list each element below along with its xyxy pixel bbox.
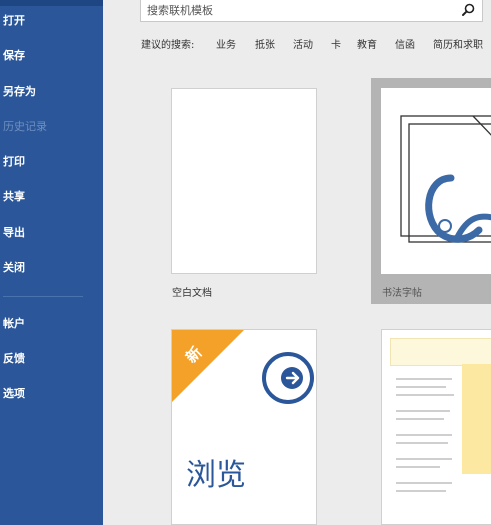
arrow-right-icon (262, 352, 314, 404)
resume-header-block (390, 338, 491, 366)
resume-text-line (396, 458, 452, 460)
template-label: 书法字帖 (382, 288, 422, 299)
calligraphy-thumbnail-art (400, 115, 491, 243)
resume-text-line (396, 434, 452, 436)
sidebar-top-strip (0, 0, 103, 6)
suggested-searches-label: 建议的搜索: (141, 40, 195, 51)
resume-text-line (396, 386, 446, 388)
resume-text-line (396, 490, 446, 492)
sidebar-item-account[interactable]: 帐户 (0, 311, 103, 337)
sidebar-item-close[interactable]: 关闭 (0, 255, 103, 281)
suggested-search-link[interactable]: 业务 (216, 36, 236, 51)
sidebar-item-history: 历史记录 (3, 120, 47, 133)
resume-text-line (396, 466, 440, 468)
template-resume[interactable] (381, 329, 491, 525)
resume-text-line (396, 482, 452, 484)
resume-text-line (396, 410, 450, 412)
sidebar-item-save-as[interactable]: 另存为 (0, 79, 103, 105)
browse-title: 浏览 (186, 458, 246, 493)
suggested-search-link[interactable]: 卡 (331, 36, 341, 51)
suggested-search-link[interactable]: 教育 (357, 36, 377, 51)
search-input[interactable] (147, 2, 447, 18)
resume-text-line (396, 442, 448, 444)
backstage-view: 打开 保存 另存为 历史记录 打印 共享 导出 关闭 帐户 反馈 选项 建议的搜… (0, 0, 491, 525)
sidebar-item-share[interactable]: 共享 (0, 184, 103, 210)
sidebar-divider (3, 296, 83, 297)
sidebar-item-options[interactable]: 选项 (0, 381, 103, 407)
search-icon[interactable] (460, 2, 476, 18)
template-label: 空白文档 (172, 288, 212, 299)
resume-text-line (396, 418, 444, 420)
resume-text-line (396, 394, 454, 396)
resume-text-line (396, 378, 452, 380)
sidebar-item-print[interactable]: 打印 (0, 149, 103, 175)
suggested-search-link[interactable]: 活动 (293, 36, 313, 51)
sidebar-item-export[interactable]: 导出 (0, 220, 103, 246)
template-blank-document[interactable] (171, 88, 317, 274)
template-search-box (140, 0, 483, 22)
new-badge-ribbon (172, 330, 244, 402)
suggested-search-link[interactable]: 简历和求职 (433, 36, 483, 51)
sidebar-item-save[interactable]: 保存 (0, 43, 103, 69)
suggested-search-link[interactable]: 抵张 (255, 36, 275, 51)
template-browse[interactable]: 新 浏览 (171, 329, 317, 525)
template-calligraphy[interactable] (381, 88, 491, 274)
backstage-sidebar: 打开 保存 另存为 历史记录 打印 共享 导出 关闭 帐户 反馈 选项 (0, 0, 103, 525)
sidebar-item-feedback[interactable]: 反馈 (0, 346, 103, 372)
suggested-search-link[interactable]: 信函 (395, 36, 415, 51)
resume-side-panel (462, 364, 491, 474)
sidebar-item-open[interactable]: 打开 (0, 8, 103, 34)
